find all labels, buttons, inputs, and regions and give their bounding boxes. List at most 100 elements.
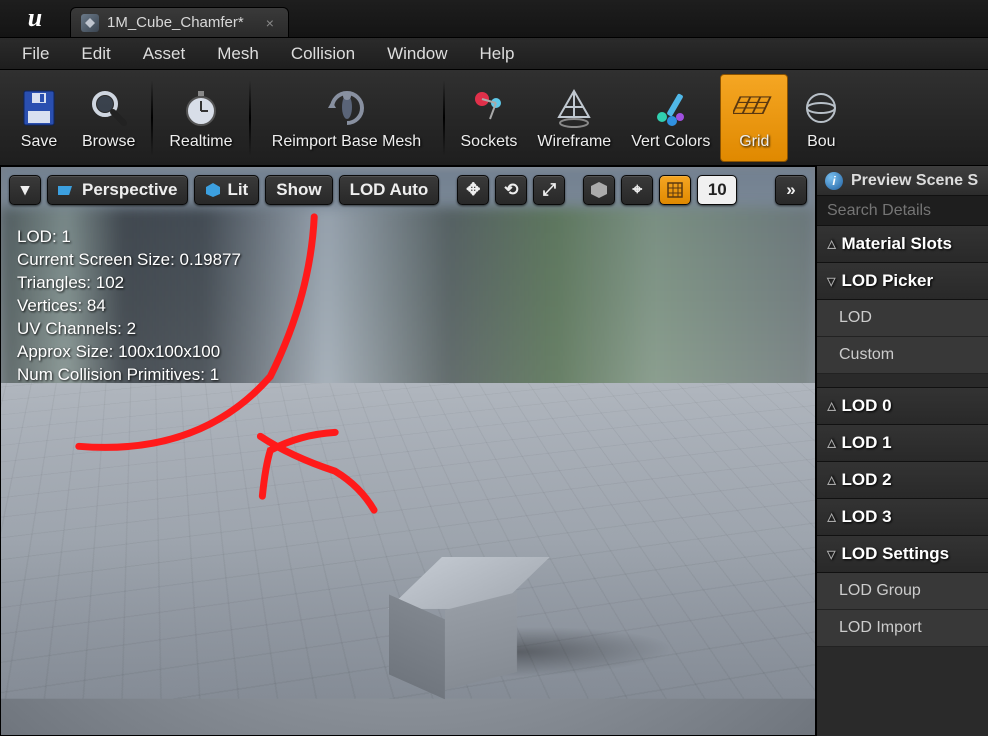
triangle-right-icon: ▷ — [825, 240, 838, 248]
grid-snap-button[interactable] — [659, 175, 691, 205]
section-lod-picker-label: LOD Picker — [841, 271, 933, 291]
lod-group-row[interactable]: LOD Group — [817, 573, 988, 610]
triangle-down-icon: ▽ — [827, 548, 835, 561]
stopwatch-icon — [178, 85, 224, 131]
move-icon: ✥ — [466, 180, 480, 200]
wireframe-button[interactable]: Wireframe — [527, 74, 621, 162]
show-dropdown[interactable]: Show — [265, 175, 332, 205]
menu-asset[interactable]: Asset — [127, 39, 202, 69]
lod-picker-custom-row[interactable]: Custom — [817, 337, 988, 374]
section-lod2-label: LOD 2 — [841, 470, 891, 490]
wireframe-label: Wireframe — [537, 133, 611, 151]
grid-snap-value[interactable]: 10 — [697, 175, 737, 205]
menu-window[interactable]: Window — [371, 39, 463, 69]
section-lod-picker[interactable]: ▽ LOD Picker — [817, 263, 988, 300]
perspective-dropdown[interactable]: Perspective — [47, 175, 188, 205]
section-lod2[interactable]: ▷ LOD 2 — [817, 462, 988, 499]
viewport-options-dropdown[interactable]: ▾ — [9, 175, 41, 205]
grid-label: Grid — [739, 133, 769, 151]
preview-scene-tab[interactable]: i Preview Scene S — [817, 166, 988, 196]
menu-help[interactable]: Help — [464, 39, 531, 69]
lit-label: Lit — [227, 180, 248, 200]
section-lod1-label: LOD 1 — [841, 433, 891, 453]
section-lod3[interactable]: ▷ LOD 3 — [817, 499, 988, 536]
stat-approx-size: Approx Size: 100x100x100 — [17, 340, 241, 363]
reimport-label: Reimport Base Mesh — [272, 133, 421, 151]
grid-icon — [731, 85, 777, 131]
show-label: Show — [276, 180, 321, 200]
realtime-button[interactable]: Realtime — [159, 74, 242, 162]
chevron-down-icon: ▾ — [21, 180, 30, 200]
preview-mesh-cube — [401, 557, 521, 677]
viewport-controls: ▾ Perspective Lit Show LOD Auto ✥ ⟲ — [9, 175, 807, 205]
menubar: File Edit Asset Mesh Collision Window He… — [0, 38, 988, 70]
section-lod0[interactable]: ▷ LOD 0 — [817, 388, 988, 425]
lod-picker-lod-row[interactable]: LOD — [817, 300, 988, 337]
spacer — [817, 374, 988, 388]
preview-scene-label: Preview Scene S — [851, 172, 978, 190]
section-material-slots-label: Material Slots — [841, 234, 952, 254]
static-mesh-icon — [81, 14, 99, 32]
section-lod0-label: LOD 0 — [841, 396, 891, 416]
search-details-input[interactable] — [817, 196, 988, 226]
menu-mesh[interactable]: Mesh — [201, 39, 275, 69]
tab-title: 1M_Cube_Chamfer* — [107, 14, 244, 31]
sockets-button[interactable]: Sockets — [451, 74, 528, 162]
lod-import-row[interactable]: LOD Import — [817, 610, 988, 647]
grid-button[interactable]: Grid — [720, 74, 788, 162]
vertcolors-label: Vert Colors — [631, 133, 710, 151]
lod-dropdown[interactable]: LOD Auto — [339, 175, 440, 205]
expand-toolbar-button[interactable]: » — [775, 175, 807, 205]
snap-toggle-button[interactable]: ⌖ — [621, 175, 653, 205]
bounds-button[interactable]: Bou — [788, 74, 844, 162]
toolbar: Save Browse Realtime — [0, 70, 988, 166]
move-tool-button[interactable]: ✥ — [457, 175, 489, 205]
triangle-down-icon: ▽ — [827, 275, 835, 288]
toolbar-separator — [151, 80, 153, 156]
section-lod1[interactable]: ▷ LOD 1 — [817, 425, 988, 462]
vert-colors-button[interactable]: Vert Colors — [621, 74, 720, 162]
stat-lod: LOD: 1 — [17, 225, 241, 248]
rotate-tool-button[interactable]: ⟲ — [495, 175, 527, 205]
bounds-icon — [798, 85, 844, 131]
stat-vertices: Vertices: 84 — [17, 294, 241, 317]
viewport[interactable]: ▾ Perspective Lit Show LOD Auto ✥ ⟲ — [0, 166, 816, 736]
close-icon[interactable]: × — [266, 15, 274, 31]
section-lod-settings-label: LOD Settings — [841, 544, 949, 564]
menu-collision[interactable]: Collision — [275, 39, 371, 69]
scale-tool-button[interactable]: ⤢ — [533, 175, 565, 205]
section-lod-settings[interactable]: ▽ LOD Settings — [817, 536, 988, 573]
realtime-label: Realtime — [169, 133, 232, 151]
lit-dropdown[interactable]: Lit — [194, 175, 259, 205]
stat-triangles: Triangles: 102 — [17, 271, 241, 294]
sockets-label: Sockets — [461, 133, 518, 151]
browse-label: Browse — [82, 133, 135, 151]
magnifier-icon — [86, 85, 132, 131]
rotate-icon: ⟲ — [504, 180, 518, 200]
snap-value: 10 — [708, 180, 727, 200]
document-tab[interactable]: 1M_Cube_Chamfer* × — [70, 7, 289, 37]
stat-collision: Num Collision Primitives: 1 — [17, 363, 241, 386]
snap-icon: ⌖ — [632, 180, 642, 200]
menu-edit[interactable]: Edit — [65, 39, 126, 69]
perspective-label: Perspective — [82, 180, 177, 200]
toolbar-separator — [249, 80, 251, 156]
save-icon — [16, 85, 62, 131]
main-area: ▾ Perspective Lit Show LOD Auto ✥ ⟲ — [0, 166, 988, 736]
save-button[interactable]: Save — [6, 74, 72, 162]
menu-file[interactable]: File — [6, 39, 65, 69]
triangle-right-icon: ▷ — [825, 439, 838, 447]
sockets-icon — [466, 85, 512, 131]
bounds-label: Bou — [807, 133, 835, 151]
reimport-icon — [324, 85, 370, 131]
reimport-button[interactable]: Reimport Base Mesh — [257, 74, 437, 162]
section-material-slots[interactable]: ▷ Material Slots — [817, 226, 988, 263]
lod-auto-label: LOD Auto — [350, 180, 429, 200]
camera-speed-button[interactable] — [583, 175, 615, 205]
triangle-right-icon: ▷ — [825, 513, 838, 521]
stat-screen-size: Current Screen Size: 0.19877 — [17, 248, 241, 271]
triangle-right-icon: ▷ — [825, 476, 838, 484]
section-lod3-label: LOD 3 — [841, 507, 891, 527]
info-icon: i — [825, 172, 843, 190]
browse-button[interactable]: Browse — [72, 74, 145, 162]
